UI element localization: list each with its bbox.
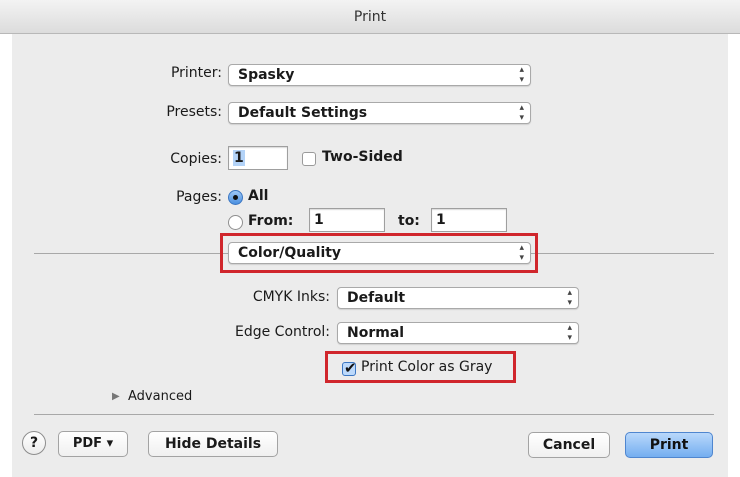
footer-divider bbox=[34, 414, 714, 415]
copies-value: 1 bbox=[233, 150, 245, 166]
popup-arrows-icon: ▴ ▾ bbox=[519, 103, 524, 123]
two-sided-checkbox[interactable] bbox=[302, 152, 316, 166]
two-sided-label: Two-Sided bbox=[322, 149, 403, 165]
presets-label: Presets: bbox=[166, 104, 222, 120]
pdf-menu-button[interactable]: PDF ▾ bbox=[58, 431, 128, 457]
copies-field[interactable]: 1 bbox=[228, 146, 288, 170]
pages-from-field[interactable]: 1 bbox=[309, 208, 385, 232]
popup-arrows-icon: ▴ ▾ bbox=[519, 65, 524, 85]
pages-from-label: From: bbox=[248, 213, 294, 229]
edge-control-value: Normal bbox=[347, 325, 405, 341]
copies-label: Copies: bbox=[170, 151, 222, 167]
pages-label: Pages: bbox=[176, 189, 222, 205]
pages-from-value: 1 bbox=[314, 212, 324, 228]
presets-value: Default Settings bbox=[238, 105, 368, 121]
popup-arrows-icon: ▴ ▾ bbox=[567, 323, 572, 343]
pages-to-field[interactable]: 1 bbox=[431, 208, 507, 232]
print-dialog: Printer: Spasky ▴ ▾ Presets: Default Sett… bbox=[12, 34, 728, 477]
printer-label: Printer: bbox=[170, 65, 222, 81]
print-color-as-gray-highlight bbox=[325, 351, 516, 383]
pages-from-radio[interactable] bbox=[228, 215, 243, 230]
popup-arrows-icon: ▴ ▾ bbox=[567, 288, 572, 308]
edge-control-popup[interactable]: Normal ▴ ▾ bbox=[337, 322, 579, 344]
print-button[interactable]: Print bbox=[625, 432, 713, 458]
pages-to-label: to: bbox=[398, 213, 420, 229]
cmyk-inks-value: Default bbox=[347, 290, 406, 306]
panel-popup-highlight bbox=[220, 233, 538, 273]
help-button[interactable]: ? bbox=[22, 431, 46, 455]
disclosure-triangle-icon: ▶ bbox=[112, 391, 120, 402]
pages-all-radio[interactable] bbox=[228, 190, 243, 205]
cancel-button[interactable]: Cancel bbox=[528, 432, 610, 458]
window-title: Print bbox=[0, 0, 740, 34]
printer-popup[interactable]: Spasky ▴ ▾ bbox=[228, 64, 531, 86]
pages-to-value: 1 bbox=[436, 212, 446, 228]
edge-control-label: Edge Control: bbox=[234, 324, 330, 340]
advanced-label: Advanced bbox=[128, 389, 193, 404]
hide-details-button[interactable]: Hide Details bbox=[148, 431, 278, 457]
cmyk-inks-label: CMYK Inks: bbox=[252, 289, 330, 305]
presets-popup[interactable]: Default Settings ▴ ▾ bbox=[228, 102, 531, 124]
cmyk-inks-popup[interactable]: Default ▴ ▾ bbox=[337, 287, 579, 309]
pages-all-label: All bbox=[248, 188, 269, 204]
printer-value: Spasky bbox=[238, 67, 295, 83]
